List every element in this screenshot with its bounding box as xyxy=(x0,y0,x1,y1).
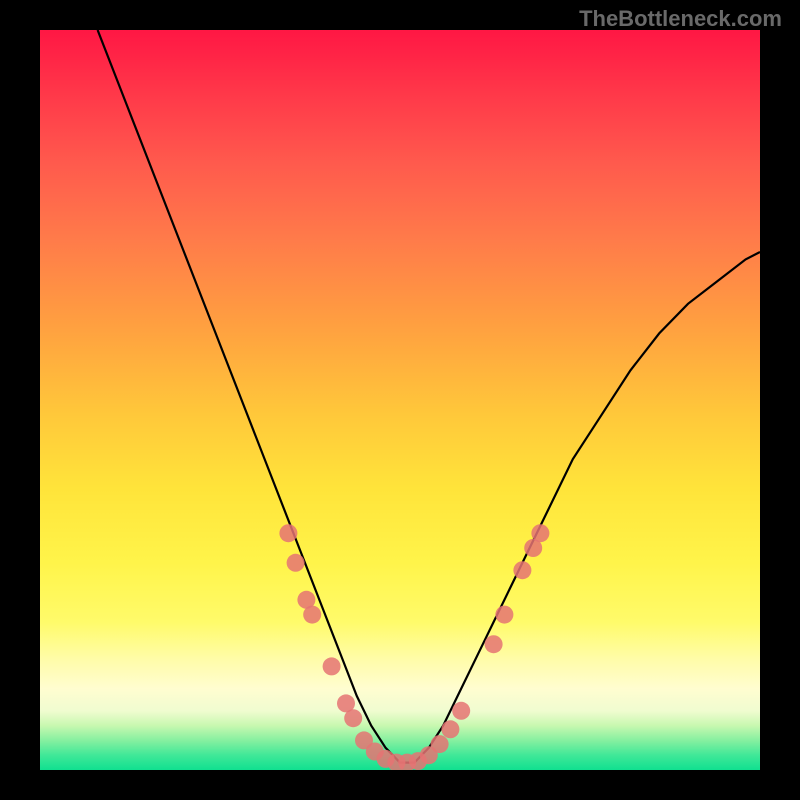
data-point xyxy=(366,743,384,761)
bottleneck-curve xyxy=(98,30,760,763)
chart-container: TheBottleneck.com xyxy=(0,0,800,800)
data-point xyxy=(441,720,459,738)
data-point xyxy=(387,754,405,770)
data-point xyxy=(452,702,470,720)
data-point xyxy=(420,746,438,764)
data-point xyxy=(297,591,315,609)
data-point xyxy=(495,606,513,624)
data-point xyxy=(344,709,362,727)
data-point xyxy=(398,754,416,770)
data-point xyxy=(409,752,427,770)
data-point xyxy=(303,606,321,624)
data-point xyxy=(485,635,503,653)
plot-area xyxy=(40,30,760,770)
watermark-text: TheBottleneck.com xyxy=(579,6,782,32)
data-point xyxy=(513,561,531,579)
data-markers xyxy=(279,524,549,770)
data-point xyxy=(377,750,395,768)
data-point xyxy=(337,694,355,712)
data-point xyxy=(524,539,542,557)
curve-svg xyxy=(40,30,760,770)
data-point xyxy=(531,524,549,542)
data-point xyxy=(355,731,373,749)
data-point xyxy=(279,524,297,542)
data-point xyxy=(323,657,341,675)
data-point xyxy=(431,735,449,753)
data-point xyxy=(287,554,305,572)
